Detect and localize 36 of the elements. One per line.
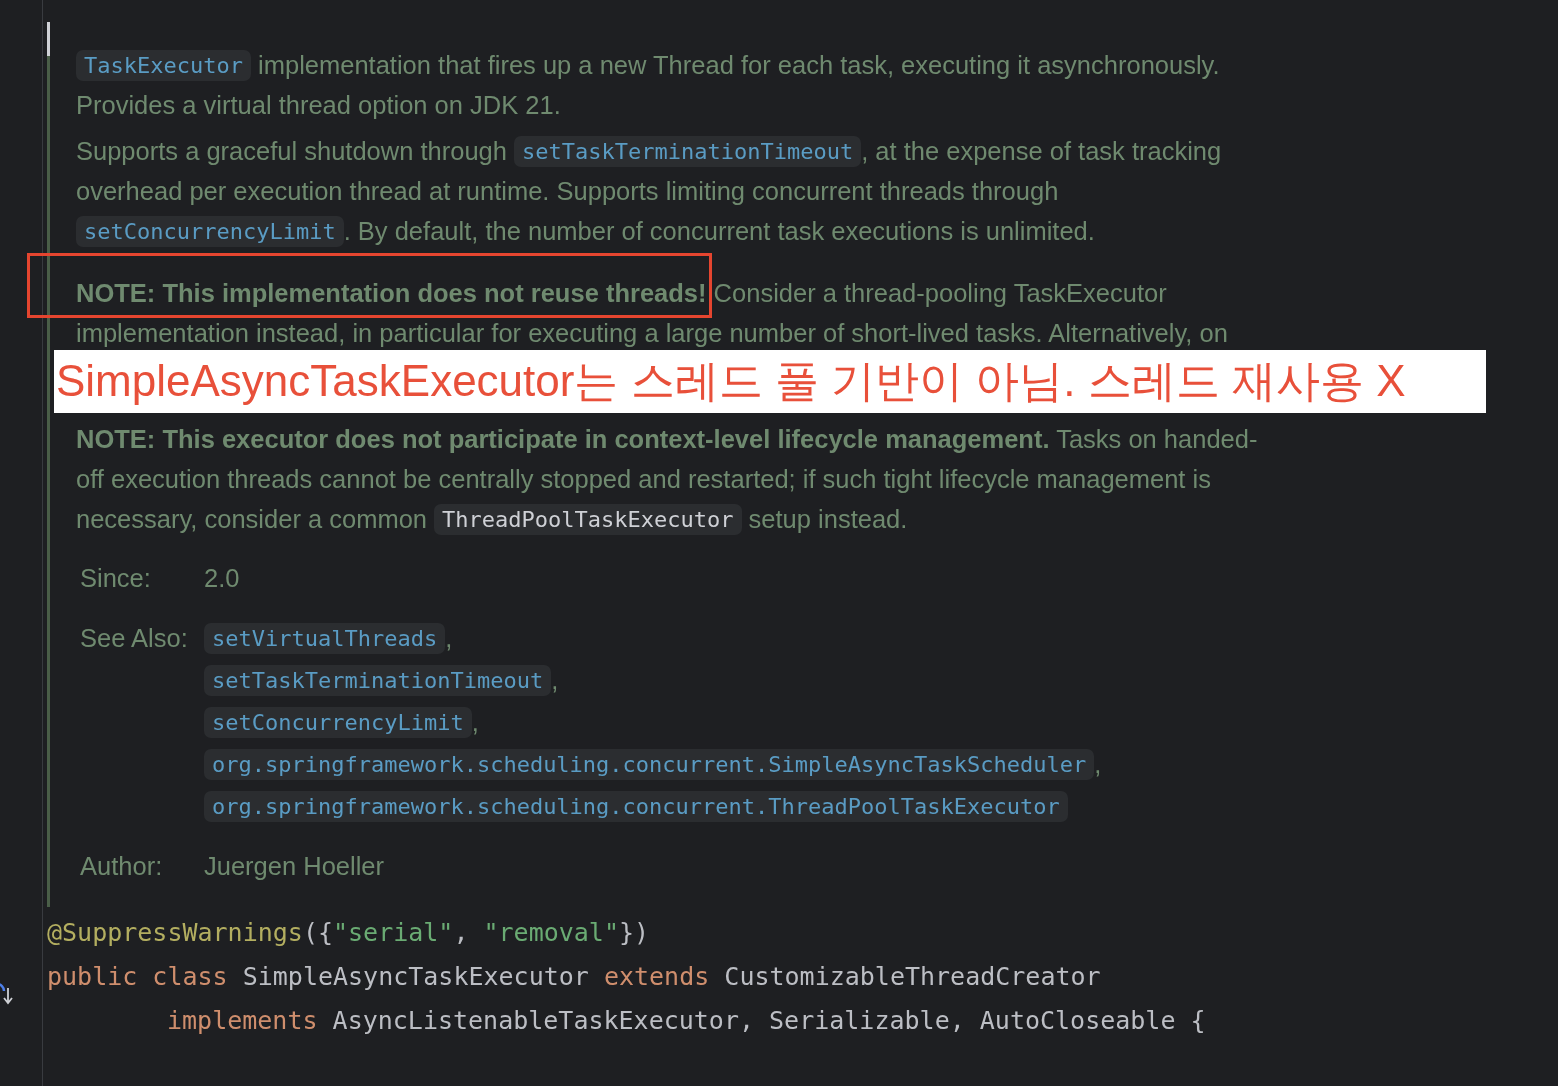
doc-text: implementation instead, in particular for executing a large number of short-lived tasks. Alternatively, on [76,318,1228,348]
code-link[interactable]: setConcurrencyLimit [204,706,472,738]
doc-text: Tasks on handed- [1055,424,1258,454]
doc-text: off execution threads cannot be centrally stopped and restarted; if such tight lifecycle management is [76,464,1211,494]
tag-value: Juergen Hoeller [204,851,385,881]
comma: , [1094,749,1102,779]
doc-text: implementation that fires up a new Thread for each task, executing it asynchronously. [257,50,1220,80]
code-line: public class SimpleAsyncTaskExecutor extends CustomizableThreadCreator [47,960,1102,993]
comma: , [471,707,479,737]
doc-text: Provides a virtual thread option on JDK 21. [76,90,561,120]
code-link[interactable]: TaskExecutor [76,49,251,81]
note-text: NOTE: This executor does not participate in context-level lifecycle management. [76,424,1050,454]
note-text: NOTE: This implementation does not reuse threads! [76,278,707,308]
comma: , [445,623,453,653]
code-link[interactable]: setTaskTerminationTimeout [204,664,552,696]
doc-text: Consider a thread-pooling TaskExecutor [712,278,1167,308]
code-line: @SuppressWarnings({"serial", "removal"}) [47,916,651,949]
tag-value: 2.0 [204,563,240,593]
code-text: ThreadPoolTaskExecutor [434,503,742,535]
annotation-banner: SimpleAsyncTaskExecutor는 스레드 풀 기반이 아님. 스레드 재사용 X [54,350,1486,413]
code-link[interactable]: setVirtualThreads [204,622,446,654]
doc-text: Supports a graceful shutdown through [76,136,508,166]
doc-text: . By default, the number of concurrent task executions is unlimited. [343,216,1095,246]
tag-label: Since: [80,563,152,594]
comma: , [551,665,559,695]
doc-text: setup instead. [747,504,908,534]
tag-label: Author: [80,851,164,882]
code-line: implements AsyncListenableTaskExecutor, Serializable, AutoCloseable { [166,1004,1207,1037]
tag-label: See Also: [80,623,189,654]
doc-text: , at the expense of task tracking [861,136,1222,166]
doc-text: overhead per execution thread at runtime. Supports limiting concurrent threads through [76,176,1059,206]
doc-text: necessary, consider a common [76,504,428,534]
code-link[interactable]: org.springframework.scheduling.concurrent.ThreadPoolTaskExecutor [204,790,1068,822]
code-link[interactable]: setTaskTerminationTimeout [514,135,862,167]
code-link[interactable]: setConcurrencyLimit [76,215,344,247]
code-link[interactable]: org.springframework.scheduling.concurrent.SimpleAsyncTaskScheduler [204,748,1095,780]
